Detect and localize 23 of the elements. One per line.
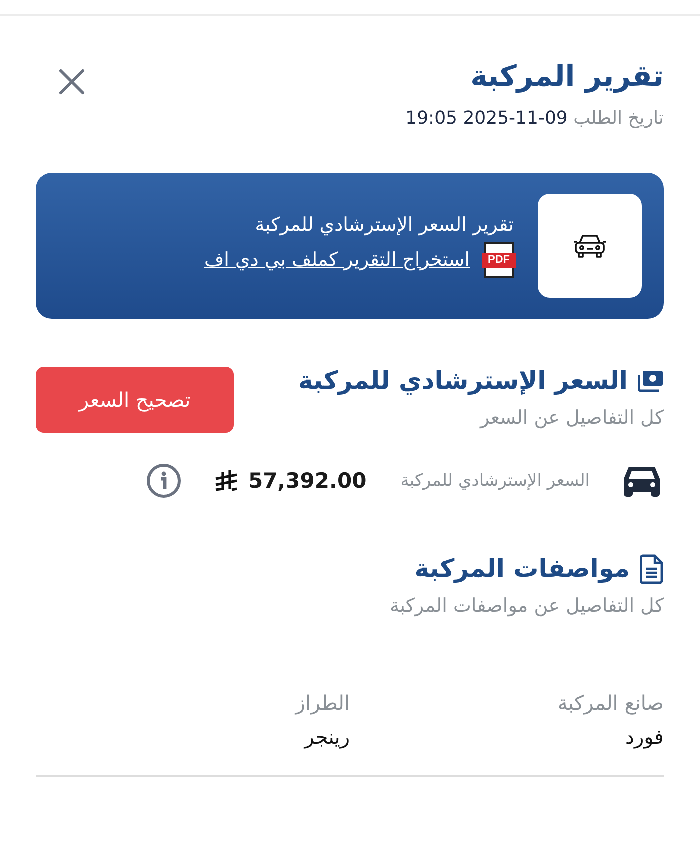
- pdf-icon: PDF: [484, 242, 514, 278]
- section-title: مواصفات المركبة: [414, 553, 630, 586]
- correct-price-button[interactable]: تصحيح السعر: [36, 367, 234, 433]
- field-label: صانع المركبة: [556, 691, 664, 715]
- field-value: فورد: [624, 725, 664, 749]
- section-subtitle: كل التفاصيل عن مواصفات المركبة: [388, 595, 664, 617]
- money-icon: [638, 370, 664, 392]
- document-icon: [640, 554, 664, 584]
- section-subtitle: كل التفاصيل عن السعر: [478, 407, 664, 429]
- close-icon[interactable]: [58, 68, 86, 96]
- date-value: 2025-11-09 19:05: [406, 108, 568, 129]
- banner-text: تقرير السعر الإسترشادي للمركبة: [254, 214, 514, 236]
- field-value: رينجر: [302, 725, 350, 749]
- info-icon[interactable]: [146, 463, 182, 499]
- date-label: تاريخ الطلب: [574, 108, 664, 129]
- section-title: السعر الإسترشادي للمركبة: [298, 365, 628, 398]
- export-pdf-link[interactable]: استخراج التقرير كملف بي دي اف: [204, 249, 470, 271]
- car-icon: [572, 232, 608, 260]
- price-label: السعر الإسترشادي للمركبة: [400, 471, 590, 491]
- field-label: الطراز: [294, 691, 350, 715]
- report-title: تقرير المركبة: [470, 58, 664, 96]
- price-value: 57,392.00: [248, 469, 367, 493]
- riyal-sign-icon: [214, 470, 238, 492]
